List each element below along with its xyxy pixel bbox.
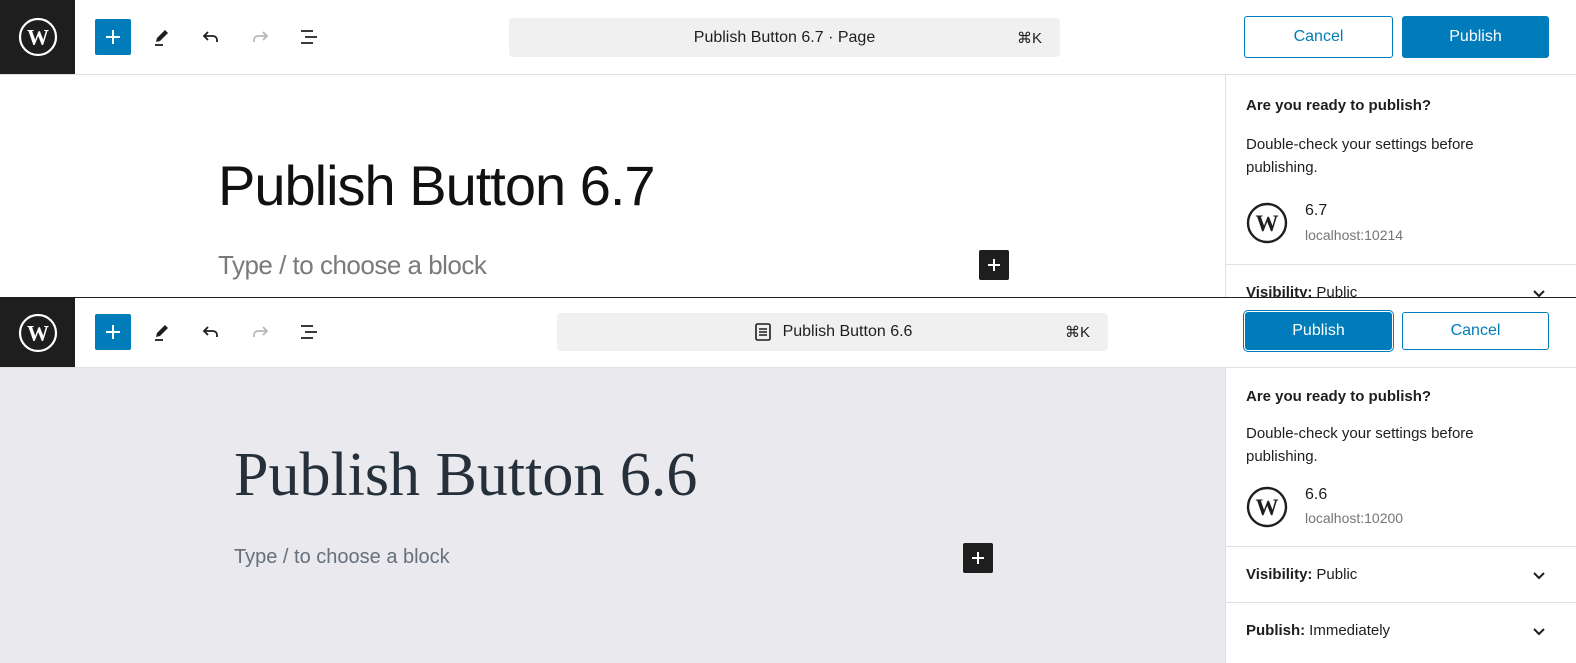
svg-text:W: W [27, 25, 49, 50]
publish-panel: Are you ready to publish? Double-check y… [1225, 368, 1576, 663]
svg-text:W: W [1256, 211, 1279, 236]
site-icon: W [1246, 486, 1288, 528]
editor-screenshot-6-7: W Publish Button 6.7 · Page ⌘K Cancel Pu… [0, 0, 1576, 297]
editor-canvas: Publish Button 6.7 Type / to choose a bl… [0, 75, 1225, 297]
list-view-icon [301, 325, 317, 339]
publish-panel: Are you ready to publish? Double-check y… [1225, 75, 1576, 297]
keyboard-shortcut: ⌘K [1064, 324, 1090, 341]
site-name: 6.7 [1305, 202, 1328, 219]
command-palette-bar[interactable]: Publish Button 6.6 ⌘K [557, 313, 1108, 351]
cancel-button[interactable]: Cancel [1402, 312, 1549, 350]
publish-button[interactable]: Publish [1245, 312, 1392, 350]
document-title-label: Publish Button 6.7 · Page [693, 28, 876, 46]
keyboard-shortcut: ⌘K [1016, 29, 1042, 47]
block-placeholder[interactable]: Type / to choose a block [218, 250, 487, 281]
wordpress-logo-icon: W [18, 313, 57, 352]
site-name: 6.6 [1305, 486, 1328, 503]
wordpress-logo-icon: W [18, 17, 57, 57]
editor-canvas: Publish Button 6.6 Type / to choose a bl… [0, 368, 1225, 663]
command-palette-bar[interactable]: Publish Button 6.7 · Page ⌘K [509, 18, 1060, 57]
publish-button[interactable]: Publish [1402, 16, 1549, 58]
wordpress-logo-button[interactable]: W [0, 0, 75, 74]
svg-text:W: W [27, 320, 49, 345]
pencil-icon [155, 30, 168, 46]
visibility-value: Public [1316, 566, 1358, 583]
document-overview-button[interactable] [291, 19, 327, 55]
publish-panel-description: Double-check your settings before publis… [1246, 136, 1474, 176]
plus-icon [106, 325, 120, 339]
page-icon [754, 323, 771, 341]
chevron-down-icon [1533, 627, 1545, 635]
publish-schedule-label: Publish: [1246, 622, 1306, 639]
cancel-button[interactable]: Cancel [1244, 16, 1393, 58]
redo-button[interactable] [242, 19, 278, 55]
plus-icon [972, 552, 984, 564]
editor-header: W Publish Button 6.6 ⌘K Publish Cancel [0, 298, 1576, 368]
visibility-label: Visibility: [1246, 284, 1313, 297]
add-block-button[interactable] [95, 19, 131, 55]
editor-screenshot-6-6: W Publish Button 6.6 ⌘K Publish Cancel P… [0, 297, 1576, 663]
site-icon: W [1246, 202, 1288, 244]
publish-schedule-value: Immediately [1309, 622, 1391, 639]
post-title[interactable]: Publish Button 6.6 [234, 440, 697, 511]
redo-button[interactable] [242, 314, 278, 350]
undo-icon [202, 31, 218, 42]
document-title-label: Publish Button 6.6 [782, 323, 913, 340]
list-view-icon [301, 30, 317, 44]
chevron-down-icon [1533, 571, 1545, 579]
document-overview-button[interactable] [291, 314, 327, 350]
publish-panel-heading: Are you ready to publish? [1246, 97, 1432, 114]
block-inserter-button[interactable] [979, 250, 1009, 280]
editor-header: W Publish Button 6.7 · Page ⌘K Cancel Pu… [0, 0, 1576, 75]
publish-schedule-row[interactable]: Publish: Immediately [1226, 602, 1576, 658]
undo-button[interactable] [193, 314, 229, 350]
undo-icon [202, 326, 218, 337]
site-url: localhost:10200 [1305, 510, 1404, 526]
visibility-row[interactable]: Visibility: Public [1226, 264, 1576, 297]
publish-panel-heading: Are you ready to publish? [1246, 388, 1432, 405]
svg-text:W: W [1256, 495, 1279, 520]
wordpress-logo-button[interactable]: W [0, 298, 75, 367]
pencil-icon [155, 325, 168, 341]
block-inserter-button[interactable] [963, 543, 993, 573]
visibility-row[interactable]: Visibility: Public [1226, 546, 1576, 602]
chevron-down-icon [1533, 289, 1545, 297]
visibility-label: Visibility: [1246, 566, 1313, 583]
tools-button[interactable] [144, 314, 180, 350]
post-title[interactable]: Publish Button 6.7 [218, 153, 656, 218]
tools-button[interactable] [144, 19, 180, 55]
visibility-value: Public [1316, 284, 1358, 297]
redo-icon [253, 31, 269, 42]
publish-panel-description: Double-check your settings before publis… [1246, 425, 1474, 465]
plus-icon [106, 30, 120, 44]
add-block-button[interactable] [95, 314, 131, 350]
site-url: localhost:10214 [1305, 227, 1404, 243]
undo-button[interactable] [193, 19, 229, 55]
redo-icon [253, 326, 269, 337]
plus-icon [988, 259, 1000, 271]
block-placeholder[interactable]: Type / to choose a block [234, 546, 450, 569]
